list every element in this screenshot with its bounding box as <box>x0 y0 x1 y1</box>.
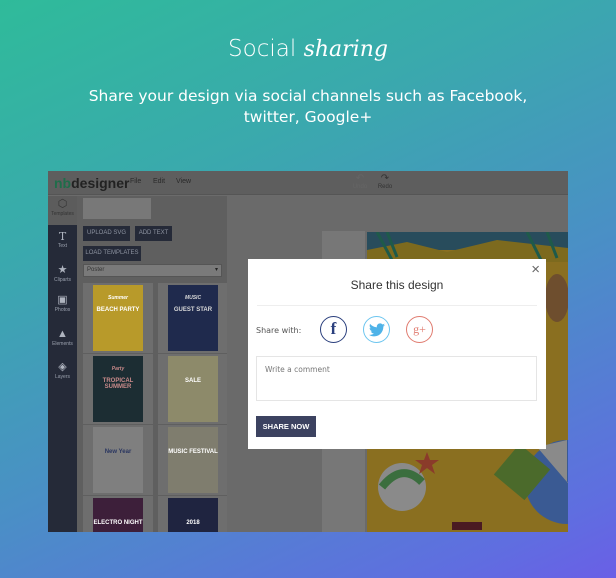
template-preview: Summer BEACH PARTY <box>93 285 143 351</box>
twitter-share-button[interactable] <box>363 316 390 343</box>
hero-title: Social sharing <box>0 36 616 62</box>
template-title: New Year <box>104 449 132 455</box>
template-thumbnail[interactable]: MUSIC GUEST STAR <box>158 283 228 353</box>
add-text-button[interactable]: ADD TEXT <box>135 226 172 241</box>
share-with-label: Share with: <box>256 326 302 335</box>
text-icon: T <box>58 230 67 243</box>
chevron-down-icon: ▾ <box>214 267 218 273</box>
menu-view[interactable]: View <box>176 178 191 185</box>
sidebar: ⬡ Templates T Text ★ Cliparts ▣ Photos ▲… <box>48 196 77 532</box>
templates-panel: UPLOAD SVG ADD TEXT LOAD TEMPLATES Poste… <box>77 196 228 532</box>
close-icon[interactable]: × <box>531 261 540 278</box>
twitter-icon <box>368 323 385 337</box>
google-plus-share-button[interactable]: g+ <box>406 316 433 343</box>
sidebar-item-label: Elements <box>52 341 73 347</box>
logo-suffix: designer <box>71 175 130 191</box>
logo-prefix: nb <box>54 175 72 191</box>
template-preview: 2018 <box>168 498 218 532</box>
hero-title-script: sharing <box>303 37 388 62</box>
google-plus-icon: g+ <box>413 322 426 336</box>
star-icon: ★ <box>57 264 68 276</box>
template-preview: Party TROPICAL SUMMER <box>93 356 143 422</box>
share-dialog: × Share this design Share with: f g+ SHA… <box>248 259 546 449</box>
template-title: SALE <box>184 378 201 384</box>
facebook-icon: f <box>330 319 337 338</box>
cube-icon: ⬡ <box>57 198 68 210</box>
sidebar-item-label: Text <box>57 243 68 249</box>
template-title: MUSIC FESTIVAL <box>168 449 218 455</box>
template-thumbnail[interactable]: 2018 <box>158 496 228 532</box>
comment-input[interactable] <box>256 356 537 401</box>
template-title: GUEST STAR <box>173 307 213 313</box>
template-preview: SALE <box>168 356 218 422</box>
hero-title-plain: Social <box>228 36 297 62</box>
sidebar-item-photos[interactable]: ▣ Photos <box>48 294 77 313</box>
template-preview: MUSIC FESTIVAL <box>168 427 218 493</box>
image-icon: ▣ <box>57 294 68 306</box>
menu-edit[interactable]: Edit <box>153 178 165 185</box>
shapes-icon: ▲ <box>57 328 68 340</box>
undo-icon: ↶ <box>355 173 365 184</box>
sidebar-item-text[interactable]: T Text <box>48 230 77 249</box>
sidebar-item-label: Photos <box>54 307 71 313</box>
template-title: 2018 <box>186 520 200 526</box>
upload-svg-button[interactable]: UPLOAD SVG <box>83 226 130 241</box>
sidebar-item-cliparts[interactable]: ★ Cliparts <box>48 264 77 283</box>
template-thumbnail[interactable]: Party TROPICAL SUMMER <box>83 354 153 424</box>
template-thumbnail[interactable]: New Year <box>83 425 153 495</box>
template-preview: ELECTRO NIGHT <box>93 498 143 532</box>
panel-preview-box <box>83 198 151 219</box>
redo-label: Redo <box>377 184 393 190</box>
facebook-share-button[interactable]: f <box>320 316 347 343</box>
hero-subtitle: Share your design via social channels su… <box>88 87 528 126</box>
sidebar-item-label: Cliparts <box>54 277 71 283</box>
top-bar: nbdesigner File Edit View ↶ Undo ↷ Redo <box>48 171 568 195</box>
template-thumbnail[interactable]: ELECTRO NIGHT <box>83 496 153 532</box>
template-thumbnail[interactable]: MUSIC FESTIVAL <box>158 425 228 495</box>
undo-button[interactable]: ↶ Undo <box>348 173 372 191</box>
layers-icon: ◈ <box>58 361 67 373</box>
select-value: Poster <box>87 267 105 273</box>
sidebar-item-label: Layers <box>54 374 70 380</box>
sidebar-item-elements[interactable]: ▲ Elements <box>48 328 77 347</box>
template-thumbnail[interactable]: SALE <box>158 354 228 424</box>
redo-icon: ↷ <box>380 173 390 184</box>
template-title: ELECTRO NIGHT <box>93 520 143 526</box>
sidebar-item-templates[interactable]: ⬡ Templates <box>48 196 77 225</box>
dialog-title: Share this design <box>350 278 444 292</box>
template-thumbnail[interactable]: Summer BEACH PARTY <box>83 283 153 353</box>
divider <box>257 305 537 306</box>
sidebar-item-label: Templates <box>51 211 74 217</box>
template-subtitle: Party <box>111 366 125 372</box>
template-category-select[interactable]: Poster ▾ <box>83 264 222 277</box>
undo-label: Undo <box>352 184 368 190</box>
template-subtitle: Summer <box>107 295 128 301</box>
menu-file[interactable]: File <box>130 178 141 185</box>
load-templates-button[interactable]: LOAD TEMPLATES <box>83 246 141 261</box>
template-preview: New Year <box>93 427 143 493</box>
sidebar-item-layers[interactable]: ◈ Layers <box>48 361 77 380</box>
template-preview: MUSIC GUEST STAR <box>168 285 218 351</box>
app-logo: nbdesigner <box>54 175 129 191</box>
template-title: BEACH PARTY <box>96 307 140 313</box>
template-title: TROPICAL SUMMER <box>102 378 134 390</box>
share-now-button[interactable]: SHARE NOW <box>256 416 316 437</box>
redo-button[interactable]: ↷ Redo <box>373 173 397 191</box>
template-subtitle: MUSIC <box>184 295 202 301</box>
